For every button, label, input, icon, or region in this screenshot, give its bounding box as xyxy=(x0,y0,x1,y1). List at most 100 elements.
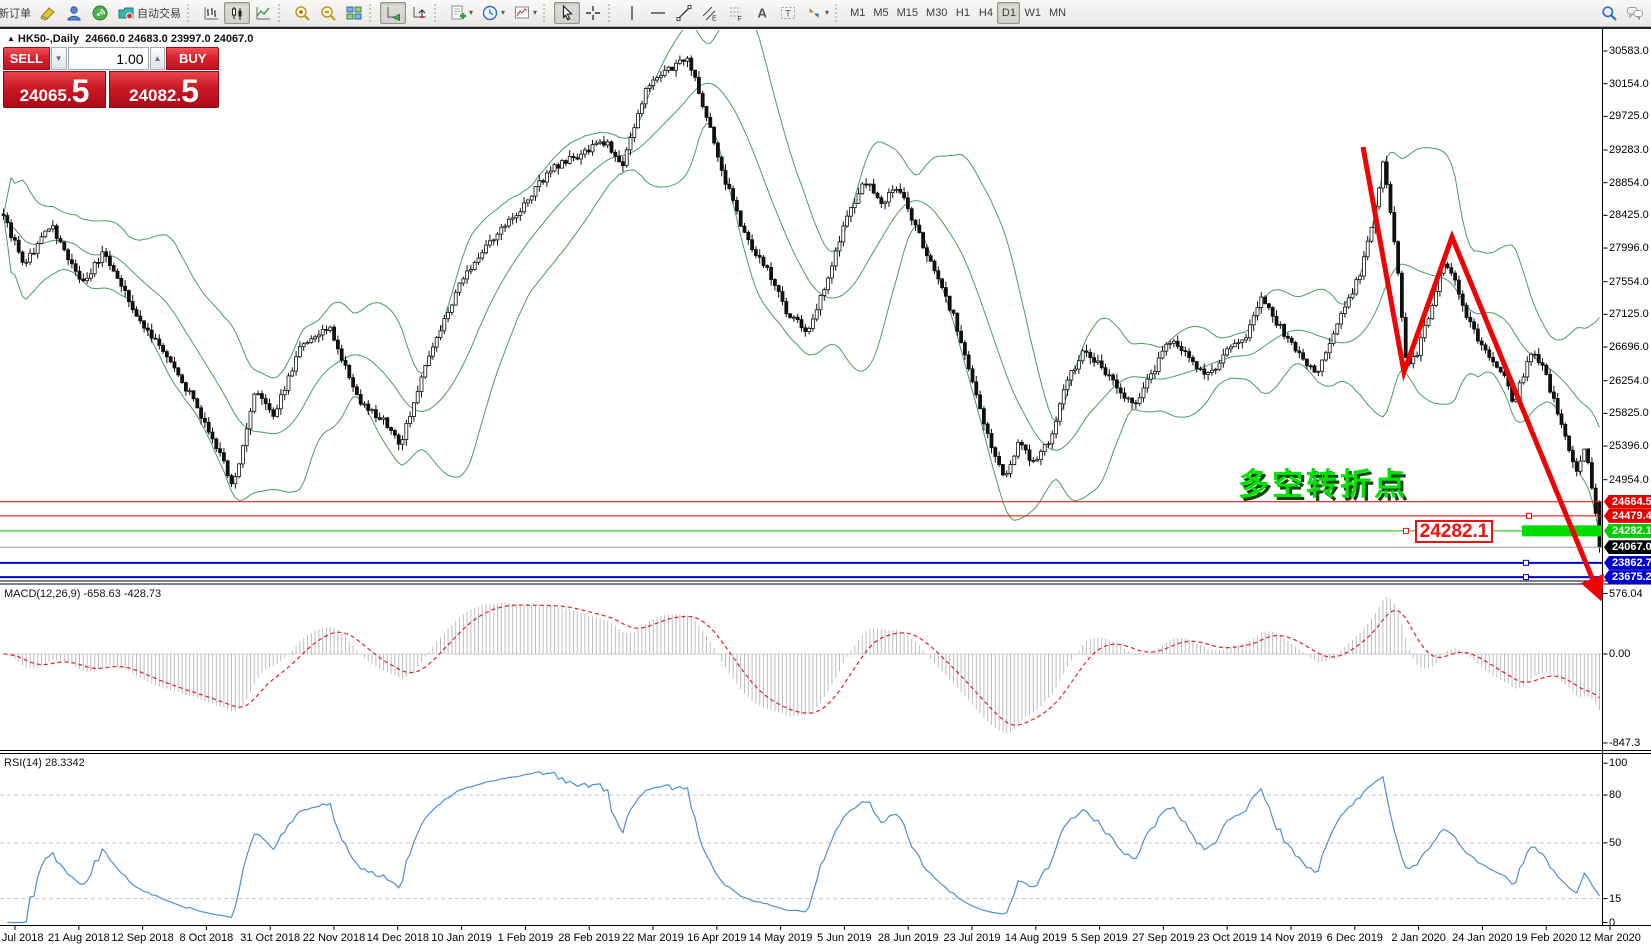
svg-text:F: F xyxy=(738,16,742,22)
object-handle[interactable] xyxy=(1404,528,1409,533)
buy-price-main: 24082 xyxy=(129,86,176,105)
object-handle[interactable] xyxy=(1524,575,1529,580)
eraser-button[interactable] xyxy=(35,2,61,24)
dropdown-caret-icon: ▾ xyxy=(501,9,505,17)
crosshair-button[interactable] xyxy=(580,2,606,24)
periods-button[interactable]: ▾ xyxy=(477,2,509,24)
zoomin-icon xyxy=(293,4,311,22)
indicators-button[interactable]: ▾ xyxy=(445,2,477,24)
tile-windows-button[interactable] xyxy=(341,2,367,24)
search-button[interactable] xyxy=(1596,2,1622,24)
rsi-tick-label: 15 xyxy=(1609,893,1621,905)
sell-button[interactable]: SELL xyxy=(3,47,50,70)
tf-d1-button[interactable]: D1 xyxy=(997,2,1020,24)
price-tick-label: 28854.0 xyxy=(1609,177,1649,189)
textA-icon: A xyxy=(753,4,771,22)
trendline-button[interactable] xyxy=(671,2,697,24)
auto-scroll-button[interactable] xyxy=(380,2,406,24)
channel-button[interactable]: E xyxy=(697,2,723,24)
volume-input[interactable] xyxy=(68,47,149,70)
date-tick-label: 24 Jan 2020 xyxy=(1452,932,1513,944)
date-tick-label: 5 Sep 2019 xyxy=(1071,932,1127,944)
sell-price-big-digit: 5 xyxy=(72,77,90,105)
date-tick-label: 27 Sep 2019 xyxy=(1132,932,1194,944)
price-tick-label: 29283.0 xyxy=(1609,144,1649,156)
tf-m1-button-label: M1 xyxy=(850,7,865,19)
toolbar-group-grip xyxy=(835,4,842,22)
object-handle[interactable] xyxy=(1527,513,1532,518)
macd-tick-label: 0.00 xyxy=(1609,648,1630,660)
symbol-marker-icon: ▲ xyxy=(7,34,15,43)
tf-mn-button[interactable]: MN xyxy=(1045,2,1070,24)
bar-chart-button[interactable] xyxy=(198,2,224,24)
price-tick-label: 25396.0 xyxy=(1609,440,1649,452)
support-band[interactable] xyxy=(1522,525,1602,536)
zoom-out-button[interactable] xyxy=(315,2,341,24)
volume-decrease-button[interactable]: ▼ xyxy=(51,47,67,70)
price-level-tag: 24664.5 xyxy=(1604,495,1651,509)
price-tick-label: 29725.0 xyxy=(1609,110,1649,122)
channel-icon: E xyxy=(701,4,719,22)
signal-icon xyxy=(91,4,109,22)
date-tick-label: 22 Mar 2019 xyxy=(622,932,684,944)
object-handle[interactable] xyxy=(1524,560,1529,565)
volume-increase-button[interactable]: ▲ xyxy=(150,47,166,70)
price-tick-label: 25825.0 xyxy=(1609,407,1649,419)
toolbar-group-grip xyxy=(187,4,194,22)
price-tick-label: 30154.0 xyxy=(1609,78,1649,90)
buy-price-big-digit: 5 xyxy=(181,77,199,105)
line-chart-button[interactable] xyxy=(250,2,276,24)
tf-h4-button[interactable]: H4 xyxy=(974,2,997,24)
date-tick-label: 28 Jun 2019 xyxy=(878,932,939,944)
date-tick-label: 23 Oct 2019 xyxy=(1197,932,1257,944)
fibo-icon: F xyxy=(727,4,745,22)
toolbar-group-grip xyxy=(369,4,376,22)
chart-shift-button[interactable] xyxy=(406,2,432,24)
templates-button[interactable]: ▾ xyxy=(509,2,541,24)
date-tick-label: 21 Aug 2018 xyxy=(48,932,110,944)
candle-chart-button[interactable] xyxy=(224,2,250,24)
chat-button[interactable] xyxy=(1622,2,1648,24)
rsi-tick-label: 80 xyxy=(1609,789,1621,801)
tf-m30-button[interactable]: M30 xyxy=(922,2,951,24)
tf-h4-button-label: H4 xyxy=(979,7,993,19)
buy-price-panel[interactable]: 24082.5 xyxy=(109,71,219,108)
new-order-button[interactable]: 新订单 xyxy=(3,2,35,24)
template-icon xyxy=(513,4,531,22)
tf-w1-button[interactable]: W1 xyxy=(1020,2,1045,24)
macd-tick-label: 576.04 xyxy=(1609,588,1643,600)
dropdown-caret-icon: ▾ xyxy=(533,9,537,17)
autoscroll-icon xyxy=(384,4,402,22)
text-label-button[interactable]: T xyxy=(775,2,801,24)
symbol-period-label: HK50-,Daily xyxy=(18,33,79,45)
horizontal-line-button[interactable] xyxy=(645,2,671,24)
date-tick-label: 19 Feb 2020 xyxy=(1515,932,1577,944)
tile-icon xyxy=(345,4,363,22)
auto-trading-button[interactable]: 自动交易 xyxy=(113,2,185,24)
tf-m5-button[interactable]: M5 xyxy=(869,2,892,24)
support-price-label[interactable]: 24282.1 xyxy=(1415,520,1493,543)
arrows-button[interactable]: ▾ xyxy=(801,2,833,24)
zoom-in-button[interactable] xyxy=(289,2,315,24)
macd-layer xyxy=(0,597,1603,733)
rsi-indicator-label: RSI(14) 28.3342 xyxy=(4,757,85,769)
date-tick-label: 14 Aug 2019 xyxy=(1005,932,1067,944)
tf-m1-button[interactable]: M1 xyxy=(846,2,869,24)
buy-button[interactable]: BUY xyxy=(166,47,219,70)
fibonacci-button[interactable]: F xyxy=(723,2,749,24)
toolbar-group-grip xyxy=(278,4,285,22)
sell-price-panel[interactable]: 24065.5 xyxy=(3,71,106,108)
price-tick-label: 24954.0 xyxy=(1609,474,1649,486)
signals-button[interactable] xyxy=(87,2,113,24)
zoomout-icon xyxy=(319,4,337,22)
tf-m15-button[interactable]: M15 xyxy=(893,2,922,24)
vertical-line-button[interactable] xyxy=(619,2,645,24)
tf-m15-button-label: M15 xyxy=(897,7,918,19)
experts-button[interactable] xyxy=(61,2,87,24)
text-button[interactable]: A xyxy=(749,2,775,24)
tf-h1-button[interactable]: H1 xyxy=(951,2,974,24)
sell-price-main: 24065 xyxy=(20,86,67,105)
date-tick-label: 8 Oct 2018 xyxy=(179,932,233,944)
price-tick-label: 26696.0 xyxy=(1609,341,1649,353)
cursor-button[interactable] xyxy=(554,2,580,24)
